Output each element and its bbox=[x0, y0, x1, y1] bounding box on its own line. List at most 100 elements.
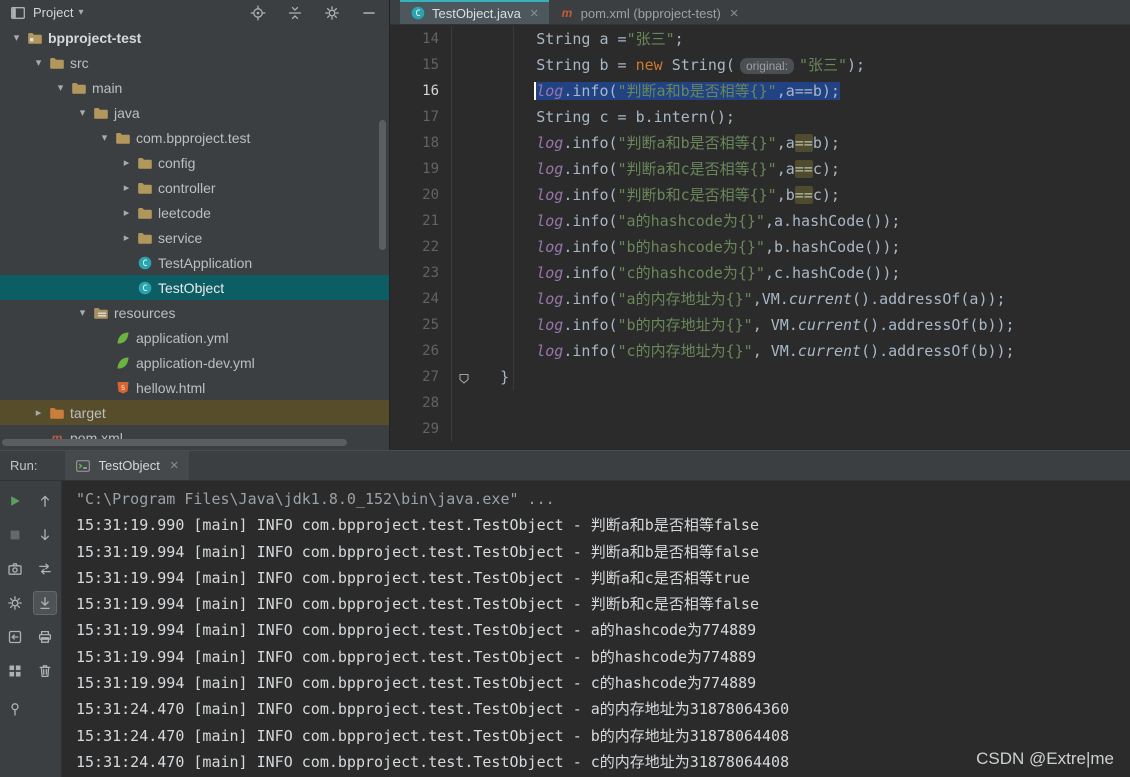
up-arrow-icon[interactable] bbox=[33, 489, 57, 513]
chevron-down-icon[interactable]: ▾ bbox=[74, 106, 91, 119]
leaf-icon bbox=[113, 355, 133, 371]
editor-tab-pom-xml-bpproject-test[interactable]: m pom.xml (bpproject-test) × bbox=[549, 0, 749, 24]
code-text: log.info("a的内存地址为{}",VM.current().addres… bbox=[452, 286, 1005, 312]
gutter-line-number[interactable]: 29 bbox=[390, 416, 452, 442]
close-icon[interactable]: × bbox=[530, 5, 539, 22]
collapse-all-icon[interactable] bbox=[285, 3, 305, 23]
gutter-line-number[interactable]: 24 bbox=[390, 286, 452, 312]
fold-marker-icon[interactable] bbox=[456, 369, 472, 385]
tree-item-main[interactable]: ▾ main bbox=[0, 75, 389, 100]
chevron-down-icon[interactable]: ▾ bbox=[96, 131, 113, 144]
locate-icon[interactable] bbox=[248, 3, 268, 23]
scrollbar-vertical[interactable] bbox=[379, 120, 386, 250]
stop-icon[interactable] bbox=[3, 523, 27, 547]
watermark: CSDN @Extre|me bbox=[976, 749, 1114, 768]
gutter-line-number[interactable]: 26 bbox=[390, 338, 452, 364]
gutter-line-number[interactable]: 21 bbox=[390, 208, 452, 234]
hide-panel-icon[interactable] bbox=[359, 3, 379, 23]
tree-item-controller[interactable]: ▸ controller bbox=[0, 175, 389, 200]
code-text: log.info("判断a和b是否相等{}",a==b); bbox=[452, 130, 840, 156]
tree-item-config[interactable]: ▸ config bbox=[0, 150, 389, 175]
scrollbar-horizontal[interactable] bbox=[2, 439, 347, 446]
chevron-down-icon[interactable]: ▾ bbox=[78, 7, 83, 18]
tree-item-bpproject-test[interactable]: ▾ bpproject-test bbox=[0, 25, 389, 50]
tree-item-pom-xml[interactable]: m pom.xml bbox=[0, 425, 389, 450]
code-token: b); bbox=[812, 134, 840, 152]
gutter-line-number[interactable]: 23 bbox=[390, 260, 452, 286]
code-token: original: bbox=[739, 58, 794, 74]
code-editor[interactable]: 14 String a ="张三"; 15 String b = new Stri… bbox=[390, 25, 1130, 442]
tree-item-label: controller bbox=[158, 179, 216, 196]
package-icon bbox=[135, 155, 155, 171]
gutter-line-number[interactable]: 16 bbox=[390, 78, 452, 104]
tree-item-com-bpproject-test[interactable]: ▾ com.bpproject.test bbox=[0, 125, 389, 150]
print-icon[interactable] bbox=[33, 625, 57, 649]
gutter-line-number[interactable]: 27 bbox=[390, 364, 452, 390]
code-token: .info( bbox=[563, 82, 618, 100]
camera-icon[interactable] bbox=[3, 557, 27, 581]
chevron-right-icon[interactable]: ▸ bbox=[118, 181, 135, 194]
gutter-line-number[interactable]: 28 bbox=[390, 390, 452, 416]
gutter-line-number[interactable]: 20 bbox=[390, 182, 452, 208]
gutter-line-number[interactable]: 17 bbox=[390, 104, 452, 130]
tree-item-testapplication[interactable]: C TestApplication bbox=[0, 250, 389, 275]
gutter-line-number[interactable]: 18 bbox=[390, 130, 452, 156]
scroll-to-end-icon[interactable] bbox=[33, 591, 57, 615]
tree-item-service[interactable]: ▸ service bbox=[0, 225, 389, 250]
chevron-right-icon[interactable]: ▸ bbox=[30, 406, 47, 419]
code-token: .info( bbox=[563, 316, 618, 334]
console-output[interactable]: "C:\Program Files\Java\jdk1.8.0_152\bin\… bbox=[62, 481, 1130, 777]
project-tool-window: Project ▾ ▾ bpproject-test ▾ src ▾ main ▾ java ▾… bbox=[0, 0, 390, 450]
gutter-line-number[interactable]: 14 bbox=[390, 26, 452, 52]
tree-item-src[interactable]: ▾ src bbox=[0, 50, 389, 75]
tree-item-hellow-html[interactable]: 5 hellow.html bbox=[0, 375, 389, 400]
code-token: .info( bbox=[563, 186, 618, 204]
gutter-line-number[interactable]: 19 bbox=[390, 156, 452, 182]
chevron-right-icon[interactable]: ▸ bbox=[118, 231, 135, 244]
chevron-down-icon[interactable]: ▾ bbox=[8, 31, 25, 44]
tree-item-label: bpproject-test bbox=[48, 29, 142, 46]
gutter-line-number[interactable]: 15 bbox=[390, 52, 452, 78]
code-line-17: 17 String c = b.intern(); bbox=[390, 104, 1130, 130]
tree-item-resources[interactable]: ▾ resources bbox=[0, 300, 389, 325]
code-token: log bbox=[536, 186, 564, 204]
pin-icon[interactable] bbox=[3, 697, 27, 721]
tree-item-application-yml[interactable]: application.yml bbox=[0, 325, 389, 350]
editor-tab-testobject-java[interactable]: C TestObject.java × bbox=[400, 0, 549, 24]
code-line-22: 22 log.info("b的hashcode为{}",b.hashCode()… bbox=[390, 234, 1130, 260]
tree-item-target[interactable]: ▸ target bbox=[0, 400, 389, 425]
leaf-icon bbox=[113, 330, 133, 346]
swap-arrows-icon[interactable] bbox=[33, 557, 57, 581]
code-token: == bbox=[794, 186, 813, 204]
class-icon: C bbox=[135, 280, 155, 296]
code-line-24: 24 log.info("a的内存地址为{}",VM.current().add… bbox=[390, 286, 1130, 312]
settings-icon[interactable] bbox=[322, 3, 342, 23]
close-icon[interactable]: × bbox=[170, 457, 179, 474]
layout-grid-icon[interactable] bbox=[3, 659, 27, 683]
close-icon[interactable]: × bbox=[730, 5, 739, 22]
chevron-down-icon[interactable]: ▾ bbox=[74, 306, 91, 319]
code-token: "判断b和c是否相等{}" bbox=[617, 186, 777, 204]
back-icon[interactable] bbox=[3, 625, 27, 649]
tree-item-java[interactable]: ▾ java bbox=[0, 100, 389, 125]
chevron-down-icon[interactable]: ▾ bbox=[30, 56, 47, 69]
tree-item-application-dev-yml[interactable]: application-dev.yml bbox=[0, 350, 389, 375]
chevron-right-icon[interactable]: ▸ bbox=[118, 206, 135, 219]
code-text: log.info("b的hashcode为{}",b.hashCode()); bbox=[452, 234, 900, 260]
code-token: current bbox=[788, 290, 853, 308]
code-token: ,a bbox=[776, 134, 795, 152]
chevron-right-icon[interactable]: ▸ bbox=[118, 156, 135, 169]
run-tab[interactable]: TestObject × bbox=[65, 451, 189, 480]
run-settings-icon[interactable] bbox=[3, 591, 27, 615]
tree-item-testobject[interactable]: C TestObject bbox=[0, 275, 389, 300]
folder-icon bbox=[69, 80, 89, 96]
down-arrow-icon[interactable] bbox=[33, 523, 57, 547]
chevron-down-icon[interactable]: ▾ bbox=[52, 81, 69, 94]
tree-item-leetcode[interactable]: ▸ leetcode bbox=[0, 200, 389, 225]
clear-console-icon[interactable] bbox=[33, 659, 57, 683]
package-icon bbox=[135, 205, 155, 221]
rerun-icon[interactable] bbox=[3, 489, 27, 513]
gutter-line-number[interactable]: 22 bbox=[390, 234, 452, 260]
gutter-line-number[interactable]: 25 bbox=[390, 312, 452, 338]
